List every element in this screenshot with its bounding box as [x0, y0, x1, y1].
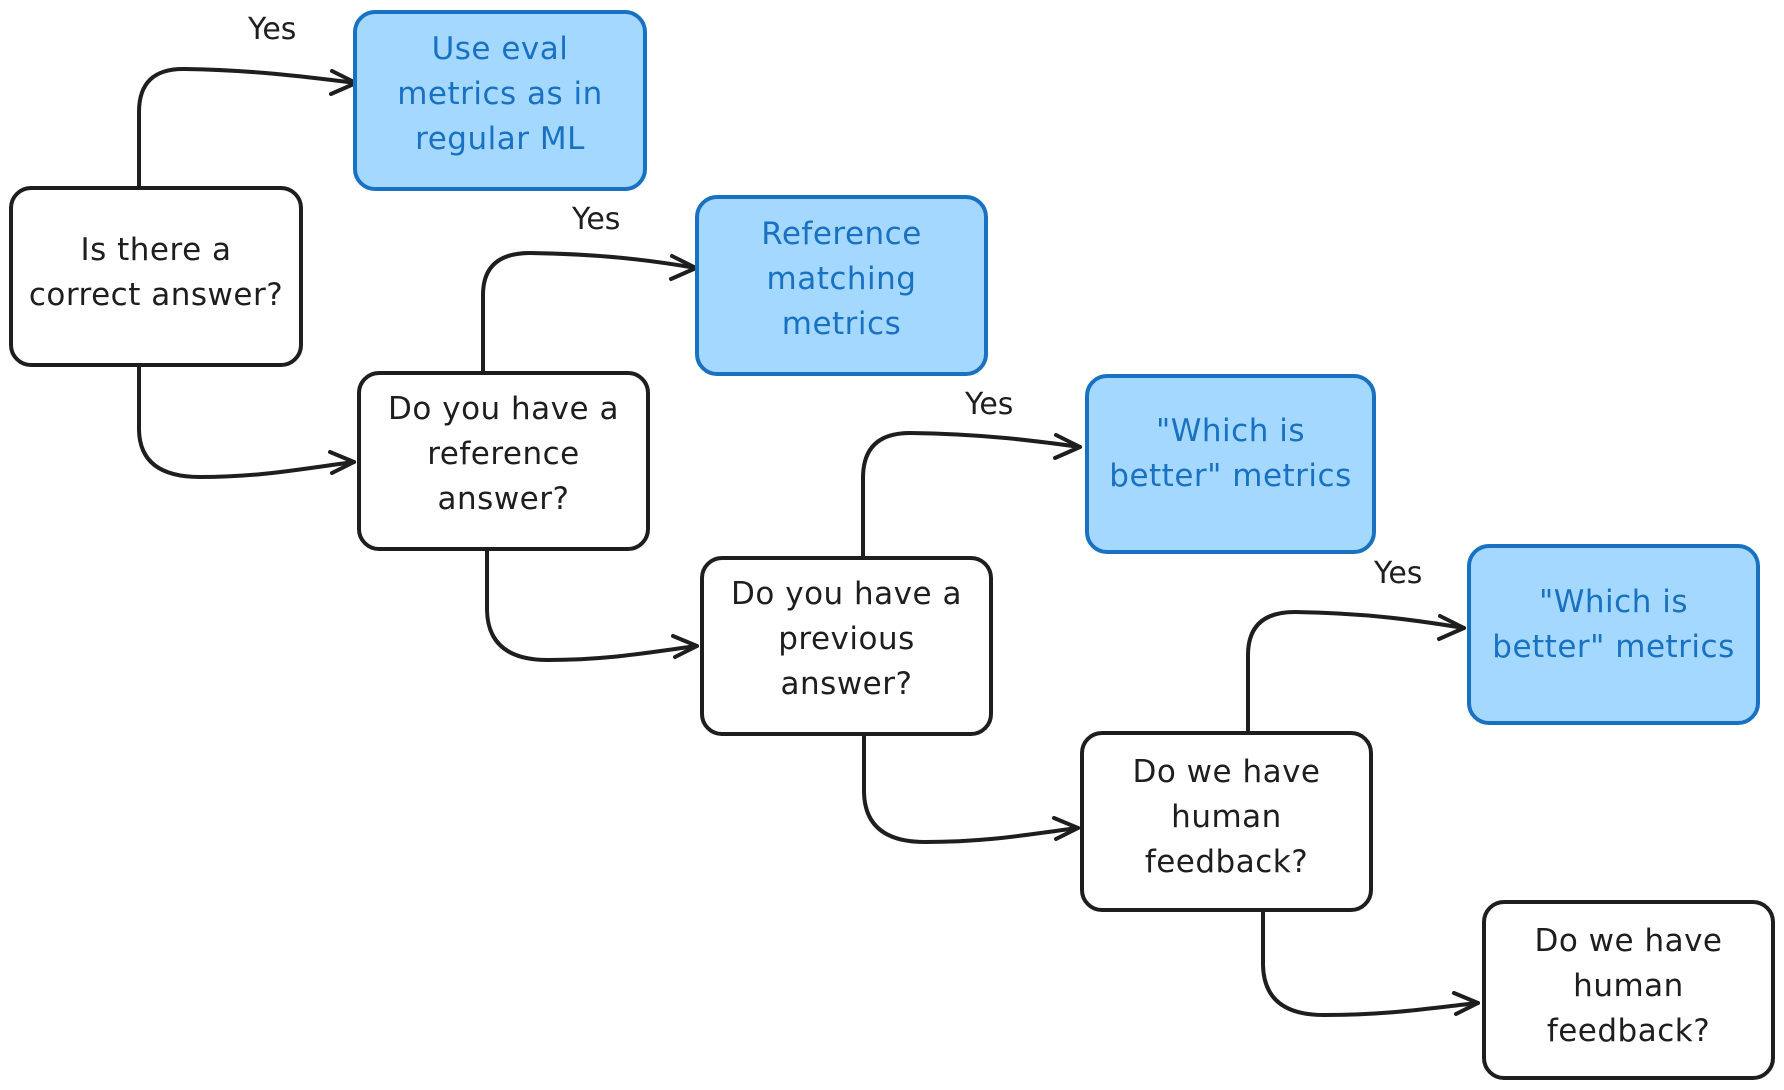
node-text-line: human [1171, 799, 1282, 835]
node-text-line: regular ML [415, 121, 585, 157]
node-text-line: answer? [780, 665, 913, 702]
edge-no-reference-answer-to-previous-answer[interactable] [485, 549, 699, 662]
node-text-line: human [1573, 967, 1684, 1004]
arrow-line [137, 365, 356, 479]
node-text-line: Is there a [80, 231, 232, 268]
node-text-line: matching [766, 261, 917, 297]
node-text-line: correct answer? [28, 276, 284, 313]
result-node-which-is-better-human[interactable]: "Which is better" metrics [1467, 544, 1760, 725]
node-text-line: Do you have a [388, 390, 619, 427]
edge-label-yes: Yes [1374, 556, 1423, 591]
node-text-line: Do we have [1534, 922, 1723, 959]
node-text-line: feedback? [1546, 1012, 1711, 1049]
edge-yes-previous-answer-to-which-is-better[interactable] [861, 431, 1082, 558]
arrow-line [485, 549, 699, 662]
node-text-line: Use eval [431, 31, 569, 67]
node-text-line: better" metrics [1109, 458, 1352, 494]
arrow-line [137, 66, 358, 188]
arrow-line [861, 431, 1082, 558]
arrow-head-icon [1053, 433, 1082, 460]
flowchart-canvas: Yes Yes Yes Yes Is there a correct answe… [0, 0, 1784, 1090]
arrow-line [481, 251, 698, 373]
edge-no-previous-answer-to-human-feedback[interactable] [862, 734, 1080, 844]
result-node-eval-metrics[interactable]: Use eval metrics as in regular ML [353, 10, 647, 191]
question-node-correct-answer[interactable]: Is there a correct answer? [9, 186, 303, 367]
edge-yes-correct-answer-to-eval-metrics[interactable] [137, 66, 358, 188]
node-text-line: Do we have [1132, 754, 1321, 790]
node-text-line: "Which is [1539, 583, 1688, 620]
arrow-head-icon [328, 450, 356, 475]
question-node-human-feedback[interactable]: Do we have human feedback? [1080, 731, 1373, 912]
arrow-line [862, 734, 1080, 844]
node-text-line: Do you have a [731, 575, 962, 612]
arrow-line [1261, 910, 1480, 1017]
edge-no-correct-answer-to-reference-answer[interactable] [137, 365, 356, 479]
node-text-line: Reference [761, 216, 922, 252]
node-text-line: "Which is [1156, 413, 1305, 449]
node-text-line: reference [427, 435, 580, 472]
question-node-reference-answer[interactable]: Do you have a reference answer? [357, 371, 650, 551]
node-text-line: metrics as in [397, 76, 603, 112]
arrow-line [1246, 610, 1466, 733]
arrow-head-icon [1052, 816, 1080, 841]
arrow-head-icon [669, 254, 698, 281]
arrow-head-icon [1452, 991, 1480, 1016]
node-text-line: answer? [437, 480, 570, 517]
edge-label-yes: Yes [572, 202, 621, 237]
node-text-line: previous [778, 620, 915, 657]
question-node-previous-answer[interactable]: Do you have a previous answer? [700, 556, 993, 736]
result-node-which-is-better[interactable]: "Which is better" metrics [1085, 374, 1376, 554]
arrow-head-icon [671, 634, 699, 659]
node-text-line: better" metrics [1492, 628, 1735, 665]
edge-yes-reference-answer-to-reference-matching[interactable] [481, 251, 698, 373]
node-text-line: feedback? [1144, 844, 1309, 880]
edge-no-human-feedback-to-human-feedback[interactable] [1261, 910, 1480, 1017]
edge-yes-human-feedback-to-which-is-better[interactable] [1246, 610, 1466, 733]
node-text-line: metrics [781, 306, 902, 342]
edge-label-yes: Yes [965, 387, 1014, 422]
result-node-reference-matching[interactable]: Reference matching metrics [695, 195, 988, 376]
arrow-head-icon [1437, 614, 1466, 641]
edge-label-yes: Yes [248, 12, 297, 47]
question-node-human-feedback-final[interactable]: Do we have human feedback? [1482, 900, 1775, 1080]
